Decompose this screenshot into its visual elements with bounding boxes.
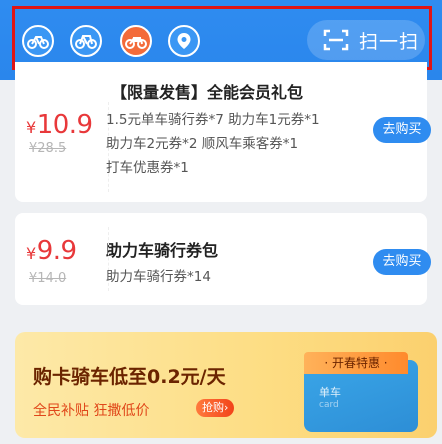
package-price: ¥10.9 bbox=[26, 110, 93, 140]
package-description: 1.5元单车骑行券*7 助力车1元券*1 助力车2元券*2 顺风车乘客券*1 打… bbox=[106, 112, 320, 176]
card-tag: · 开春特惠 · bbox=[304, 352, 408, 374]
buy-button[interactable]: 去购买 bbox=[373, 249, 431, 275]
package-title: 助力车骑行券包 bbox=[106, 241, 219, 260]
card-sublabel: card bbox=[319, 400, 339, 410]
buy-button[interactable]: 去购买 bbox=[373, 117, 431, 143]
scan-label: 扫一扫 bbox=[359, 30, 420, 53]
card-label: 单车 bbox=[319, 386, 341, 399]
scan-icon bbox=[323, 29, 349, 51]
bike-icon[interactable] bbox=[70, 25, 102, 57]
original-price: ¥28.5 bbox=[29, 141, 67, 156]
package-title: 【限量发售】全能会员礼包 bbox=[111, 83, 304, 102]
package-price: ¥9.9 bbox=[26, 236, 77, 266]
ebike-icon[interactable] bbox=[120, 25, 152, 57]
original-price: ¥14.0 bbox=[29, 271, 67, 286]
package-card: 助力车骑行券包 ¥9.9 ¥14.0 助力车骑行券*14 去购买 bbox=[15, 213, 431, 305]
package-description: 助力车骑行券*14 bbox=[106, 269, 211, 285]
promo-title: 购卡骑车低至0.2元/天 bbox=[33, 366, 226, 388]
promo-subtitle: 全民补贴 狂撒低价 bbox=[33, 403, 150, 419]
bike-icon[interactable] bbox=[22, 25, 54, 57]
package-card: 【限量发售】全能会员礼包 ¥10.9 ¥28.5 1.5元单车骑行券*7 助力车… bbox=[15, 62, 431, 202]
location-pin-icon[interactable] bbox=[168, 25, 200, 57]
scan-button[interactable]: 扫一扫 bbox=[307, 20, 425, 60]
grab-badge[interactable]: 抢购› bbox=[196, 399, 235, 417]
promo-banner[interactable]: 购卡骑车低至0.2元/天 全民补贴 狂撒低价 抢购› · 开春特惠 · 单车 c… bbox=[15, 332, 437, 438]
